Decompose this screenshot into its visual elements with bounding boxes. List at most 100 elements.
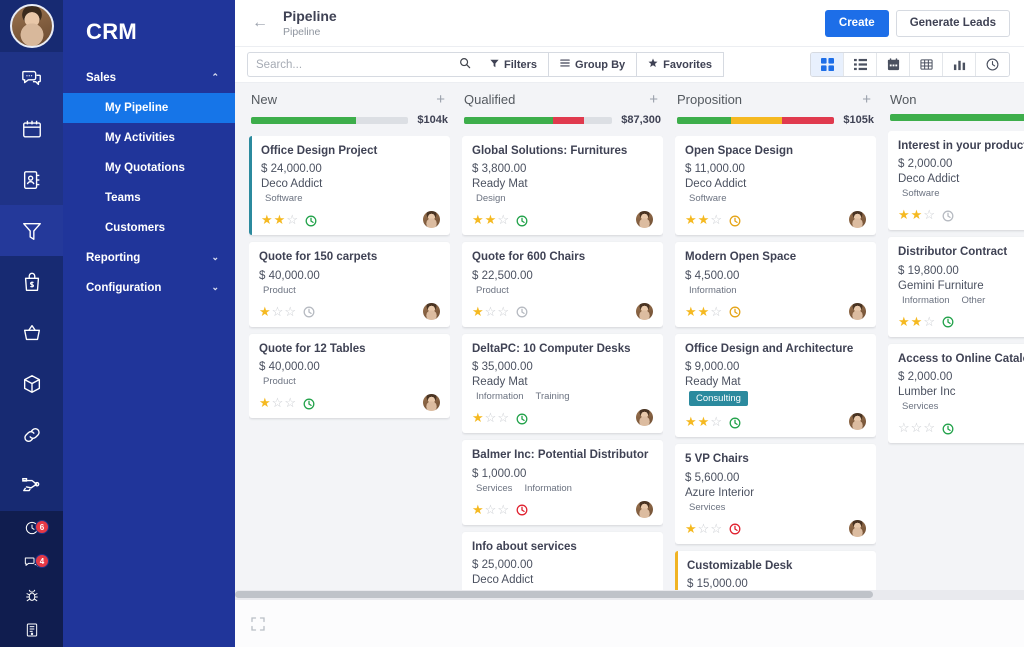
- sidebar-group-configuration[interactable]: Configuration⌄: [63, 273, 235, 303]
- sidebar-item-teams[interactable]: Teams: [63, 183, 235, 213]
- assignee-avatar[interactable]: [636, 303, 653, 320]
- star-icon[interactable]: ☆: [898, 421, 910, 434]
- kanban-card[interactable]: DeltaPC: 10 Computer Desks$ 35,000.00Rea…: [462, 334, 663, 433]
- priority-stars[interactable]: ☆☆☆: [898, 421, 935, 434]
- activity-clock-icon[interactable]: [942, 209, 954, 221]
- star-icon[interactable]: ★: [472, 305, 484, 318]
- kanban-card[interactable]: Customizable Desk$ 15,000.00Azure Interi…: [675, 551, 876, 591]
- assignee-avatar[interactable]: [849, 303, 866, 320]
- star-icon[interactable]: ☆: [497, 305, 509, 318]
- kanban-column-add-button[interactable]: +: [646, 92, 661, 107]
- activity-clock-icon[interactable]: [303, 305, 315, 317]
- search-input[interactable]: [256, 59, 459, 71]
- activity-view-button[interactable]: [976, 53, 1009, 76]
- assignee-avatar[interactable]: [636, 211, 653, 228]
- activity-clock-icon[interactable]: [516, 305, 528, 317]
- activity-clock-icon[interactable]: [516, 412, 528, 424]
- graph-view-button[interactable]: [943, 53, 976, 76]
- kanban-card[interactable]: Access to Online Catalog$ 2,000.00Lumber…: [888, 344, 1024, 443]
- star-icon[interactable]: ★: [259, 396, 271, 409]
- assignee-avatar[interactable]: [636, 501, 653, 518]
- assignee-avatar[interactable]: [849, 211, 866, 228]
- activity-clock-icon[interactable]: 6: [0, 511, 63, 545]
- priority-stars[interactable]: ★★☆: [685, 213, 722, 226]
- star-icon[interactable]: ☆: [497, 503, 509, 516]
- kanban-card[interactable]: Quote for 150 carpets$ 40,000.00Product★…: [249, 242, 450, 326]
- kanban-card[interactable]: Distributor Contract$ 19,800.00Gemini Fu…: [888, 237, 1024, 336]
- priority-stars[interactable]: ★☆☆: [685, 522, 722, 535]
- activity-clock-icon[interactable]: [729, 416, 741, 428]
- sidebar-group-reporting[interactable]: Reporting⌄: [63, 243, 235, 273]
- calendar-view-button[interactable]: [877, 53, 910, 76]
- star-icon[interactable]: ☆: [485, 503, 497, 516]
- priority-stars[interactable]: ★★☆: [898, 208, 935, 221]
- filters-button[interactable]: Filters: [479, 52, 549, 77]
- star-icon[interactable]: ☆: [497, 213, 509, 226]
- star-icon[interactable]: ★: [261, 213, 273, 226]
- assignee-avatar[interactable]: [636, 409, 653, 426]
- priority-stars[interactable]: ★☆☆: [259, 396, 296, 409]
- star-icon[interactable]: ★: [685, 213, 697, 226]
- create-button[interactable]: Create: [825, 10, 889, 37]
- star-icon[interactable]: ★: [472, 411, 484, 424]
- star-icon[interactable]: ☆: [923, 315, 935, 328]
- documentation-icon[interactable]: [0, 613, 63, 647]
- priority-stars[interactable]: ★☆☆: [472, 411, 509, 424]
- kanban-card[interactable]: Global Solutions: Furnitures$ 3,800.00Re…: [462, 136, 663, 235]
- user-avatar[interactable]: [10, 4, 54, 48]
- star-icon[interactable]: ★: [685, 522, 697, 535]
- assignee-avatar[interactable]: [423, 303, 440, 320]
- kanban-column-progressbar[interactable]: [251, 117, 408, 124]
- star-icon[interactable]: ★: [485, 213, 497, 226]
- star-icon[interactable]: ☆: [284, 305, 296, 318]
- star-icon[interactable]: ☆: [284, 396, 296, 409]
- star-icon[interactable]: ☆: [710, 522, 722, 535]
- priority-stars[interactable]: ★★☆: [261, 213, 298, 226]
- activity-clock-icon[interactable]: [942, 422, 954, 434]
- debug-bug-icon[interactable]: [0, 579, 63, 613]
- sidebar-item-my-quotations[interactable]: My Quotations: [63, 153, 235, 183]
- star-icon[interactable]: ★: [274, 213, 286, 226]
- star-icon[interactable]: ★: [911, 208, 923, 221]
- priority-stars[interactable]: ★☆☆: [472, 305, 509, 318]
- star-icon[interactable]: ★: [472, 503, 484, 516]
- star-icon[interactable]: ☆: [286, 213, 298, 226]
- activity-clock-icon[interactable]: [516, 214, 528, 226]
- assignee-avatar[interactable]: [849, 413, 866, 430]
- favorites-button[interactable]: Favorites: [637, 52, 724, 77]
- kanban-card[interactable]: 5 VP Chairs$ 5,600.00Azure InteriorServi…: [675, 444, 876, 543]
- star-icon[interactable]: ☆: [710, 415, 722, 428]
- activity-clock-icon[interactable]: [303, 397, 315, 409]
- priority-stars[interactable]: ★☆☆: [259, 305, 296, 318]
- star-icon[interactable]: ☆: [710, 305, 722, 318]
- kanban-card[interactable]: Interest in your products$ 2,000.00Deco …: [888, 131, 1024, 230]
- star-icon[interactable]: ☆: [698, 522, 710, 535]
- kanban-column-progressbar[interactable]: [464, 117, 612, 124]
- star-icon[interactable]: ★: [472, 213, 484, 226]
- kanban-view-button[interactable]: [811, 53, 844, 76]
- manufacturing-arm-icon[interactable]: [0, 460, 63, 511]
- activity-clock-icon[interactable]: [729, 214, 741, 226]
- star-icon[interactable]: ☆: [272, 305, 284, 318]
- sidebar-item-my-activities[interactable]: My Activities: [63, 123, 235, 153]
- group-by-button[interactable]: Group By: [549, 52, 637, 77]
- sidebar-item-customers[interactable]: Customers: [63, 213, 235, 243]
- star-icon[interactable]: ☆: [485, 305, 497, 318]
- star-icon[interactable]: ★: [698, 415, 710, 428]
- star-icon[interactable]: ★: [698, 213, 710, 226]
- assignee-avatar[interactable]: [423, 394, 440, 411]
- expand-icon[interactable]: [251, 617, 265, 631]
- kanban-card[interactable]: Quote for 600 Chairs$ 22,500.00Product★☆…: [462, 242, 663, 326]
- discuss-icon[interactable]: [0, 52, 63, 103]
- crm-funnel-icon[interactable]: [0, 205, 63, 256]
- horizontal-scrollbar[interactable]: [235, 590, 1024, 599]
- kanban-card[interactable]: Office Design and Architecture$ 9,000.00…: [675, 334, 876, 437]
- contacts-icon[interactable]: [0, 154, 63, 205]
- star-icon[interactable]: ★: [911, 315, 923, 328]
- priority-stars[interactable]: ★★☆: [685, 415, 722, 428]
- star-icon[interactable]: ☆: [497, 411, 509, 424]
- sales-bag-icon[interactable]: [0, 256, 63, 307]
- priority-stars[interactable]: ★☆☆: [472, 503, 509, 516]
- kanban-column-progressbar[interactable]: [890, 114, 1024, 121]
- star-icon[interactable]: ★: [259, 305, 271, 318]
